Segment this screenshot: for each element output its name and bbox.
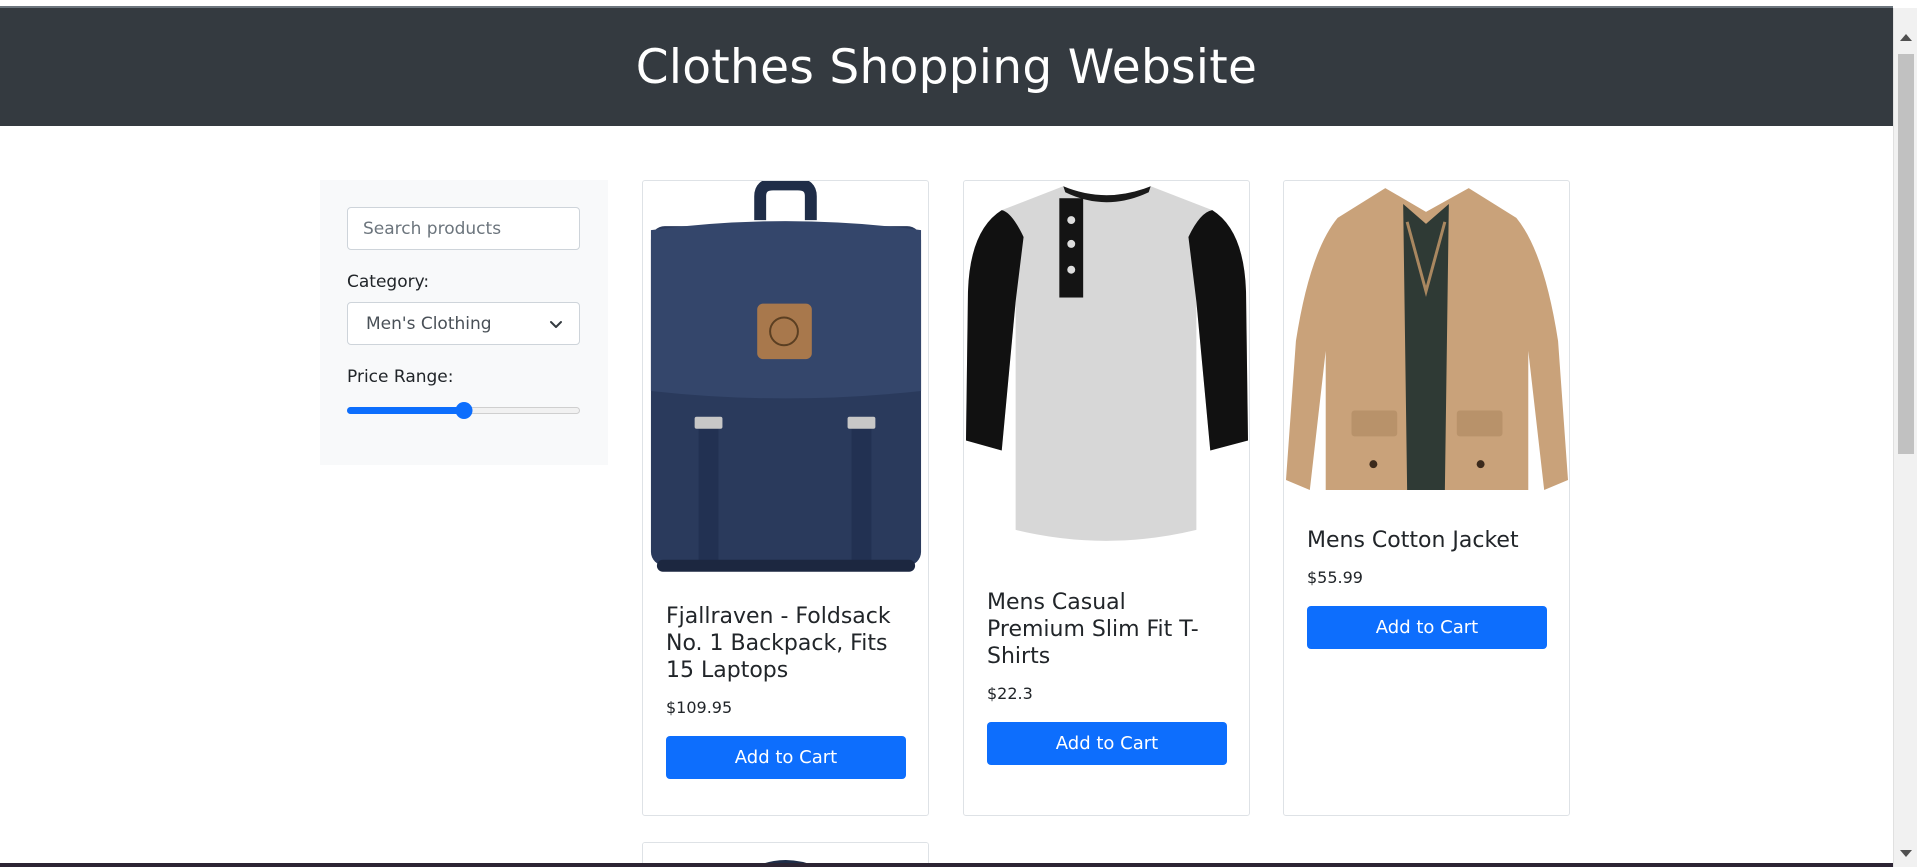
product-title: Mens Cotton Jacket [1307, 528, 1519, 553]
scroll-thumb[interactable] [1898, 54, 1914, 454]
card-body: Mens Cotton Jacket $55.99 Add to Cart [1284, 501, 1569, 649]
category-selected-value: Men's Clothing [366, 313, 492, 334]
product-price: $109.95 [666, 698, 733, 717]
product-title: Fjallraven - Foldsack No. 1 Backpack, Fi… [666, 604, 891, 683]
category-select[interactable]: Men's Clothing [347, 302, 580, 345]
bottom-border [0, 863, 1893, 867]
page: Clothes Shopping Website Search products… [0, 0, 1917, 867]
search-input[interactable]: Search products [347, 207, 580, 250]
product-price: $55.99 [1307, 568, 1363, 587]
slider-thumb[interactable] [455, 402, 472, 419]
product-title: Mens Casual Premium Slim Fit T-Shirts [987, 590, 1199, 669]
product-price: $22.3 [987, 684, 1033, 703]
backpack-image [643, 181, 928, 588]
price-range-label: Price Range: [347, 367, 454, 387]
page-title: Clothes Shopping Website [635, 39, 1258, 95]
add-to-cart-button[interactable]: Add to Cart [666, 736, 906, 779]
add-to-cart-button[interactable]: Add to Cart [987, 722, 1227, 765]
slider-fill [347, 407, 464, 414]
jacket-image [1284, 182, 1569, 500]
add-to-cart-button[interactable]: Add to Cart [1307, 606, 1547, 649]
product-card: Mens Cotton Jacket $55.99 Add to Cart [1283, 180, 1570, 816]
site-header: Clothes Shopping Website [0, 8, 1893, 126]
tshirt-image [964, 182, 1249, 564]
top-border [0, 0, 1893, 8]
price-range-slider[interactable] [347, 401, 580, 419]
category-label: Category: [347, 272, 430, 292]
product-card: Fjallraven - Foldsack No. 1 Backpack, Fi… [642, 180, 929, 816]
scroll-down-icon[interactable] [1900, 850, 1912, 857]
product-card: Mens Casual Premium Slim Fit T-Shirts $2… [963, 180, 1250, 816]
card-body: Fjallraven - Foldsack No. 1 Backpack, Fi… [643, 589, 928, 779]
card-body: Mens Casual Premium Slim Fit T-Shirts $2… [964, 565, 1249, 765]
filter-sidebar: Search products Category: Men's Clothing… [320, 180, 608, 465]
chevron-down-icon [550, 320, 562, 328]
scroll-up-icon[interactable] [1900, 34, 1912, 41]
vertical-scrollbar[interactable] [1893, 8, 1917, 867]
